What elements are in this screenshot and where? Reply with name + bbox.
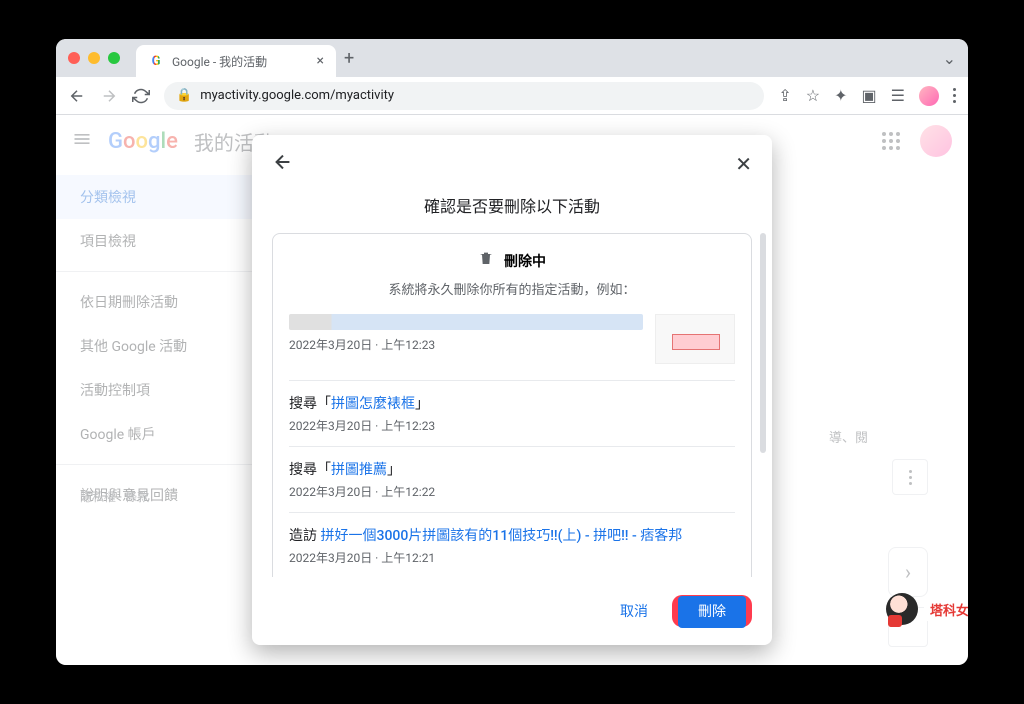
window-maximize-button[interactable] bbox=[108, 52, 120, 64]
browser-window: G Google - 我的活動 × + ⌄ 🔒 myactivity.googl… bbox=[56, 39, 968, 665]
delete-confirmation-dialog: ✕ 確認是否要刪除以下活動 刪除中 系統將永久刪除你所有的指定活動，例如： bbox=[252, 135, 772, 645]
tab-overflow-icon[interactable]: ⌄ bbox=[943, 49, 956, 68]
redacted-bar bbox=[289, 314, 643, 330]
delete-button-highlight: 刪除 bbox=[672, 595, 752, 627]
bookmark-icon[interactable]: ☆ bbox=[806, 86, 820, 105]
delete-heading-text: 刪除中 bbox=[504, 251, 546, 271]
item-divider bbox=[289, 512, 735, 513]
item-divider bbox=[289, 380, 735, 381]
activity-text: 搜尋「拼圖推薦」 bbox=[289, 459, 735, 479]
lock-icon: 🔒 bbox=[176, 88, 192, 103]
extensions-icon[interactable]: ✦ bbox=[834, 86, 847, 105]
activity-link[interactable]: 拼圖推薦 bbox=[331, 462, 387, 478]
item-divider bbox=[289, 446, 735, 447]
window-close-button[interactable] bbox=[68, 52, 80, 64]
browser-tab[interactable]: G Google - 我的活動 × bbox=[136, 45, 336, 77]
dialog-header: ✕ bbox=[252, 135, 772, 185]
cast-icon[interactable]: ▣ bbox=[862, 86, 877, 105]
redacted-thumbnail bbox=[655, 314, 735, 364]
trash-icon bbox=[478, 251, 498, 270]
watermark-text: 塔科女子 bbox=[924, 598, 968, 621]
delete-heading: 刪除中 bbox=[289, 250, 735, 271]
nav-reload-button[interactable] bbox=[132, 87, 150, 105]
dialog-close-button[interactable]: ✕ bbox=[735, 152, 752, 176]
url-text: myactivity.google.com/myactivity bbox=[200, 88, 394, 103]
address-bar: 🔒 myactivity.google.com/myactivity ⇪ ☆ ✦… bbox=[56, 77, 968, 115]
chrome-menu-icon[interactable] bbox=[953, 88, 956, 103]
dialog-body: 刪除中 系統將永久刪除你所有的指定活動，例如： 2022年3月20日 · 上午1… bbox=[252, 233, 772, 577]
delete-summary-box: 刪除中 系統將永久刪除你所有的指定活動，例如： 2022年3月20日 · 上午1… bbox=[272, 233, 752, 577]
nav-forward-button[interactable] bbox=[100, 87, 118, 105]
tab-favicon: G bbox=[148, 53, 164, 69]
share-icon[interactable]: ⇪ bbox=[778, 86, 791, 105]
activity-item: 搜尋「拼圖推薦」 2022年3月20日 · 上午12:22 bbox=[289, 459, 735, 500]
window-controls bbox=[68, 52, 120, 64]
nav-back-button[interactable] bbox=[68, 87, 86, 105]
activity-item: 搜尋「拼圖怎麼裱框」 2022年3月20日 · 上午12:23 bbox=[289, 393, 735, 434]
toolbar-right: ⇪ ☆ ✦ ▣ ☰ bbox=[778, 86, 956, 106]
new-tab-button[interactable]: + bbox=[344, 48, 354, 69]
activity-text: 搜尋「拼圖怎麼裱框」 bbox=[289, 393, 735, 413]
window-minimize-button[interactable] bbox=[88, 52, 100, 64]
url-input[interactable]: 🔒 myactivity.google.com/myactivity bbox=[164, 82, 764, 110]
delete-subtitle: 系統將永久刪除你所有的指定活動，例如： bbox=[289, 279, 735, 298]
activity-link[interactable]: 拼圖怎麼裱框 bbox=[331, 396, 415, 412]
watermark-icon bbox=[886, 593, 918, 625]
activity-timestamp: 2022年3月20日 · 上午12:23 bbox=[289, 417, 735, 434]
activity-item-redacted: 2022年3月20日 · 上午12:23 bbox=[289, 314, 735, 364]
dialog-footer: 取消 刪除 bbox=[252, 577, 772, 645]
activity-item: 造訪 拼好一個3000片拼圖該有的11個技巧!!(上) - 拼吧!! - 痞客邦… bbox=[289, 525, 735, 566]
profile-avatar-icon[interactable] bbox=[919, 86, 939, 106]
activity-timestamp: 2022年3月20日 · 上午12:23 bbox=[289, 336, 643, 353]
reading-list-icon[interactable]: ☰ bbox=[891, 86, 905, 105]
activity-link[interactable]: 拼好一個3000片拼圖該有的11個技巧!!(上) - 拼吧!! - 痞客邦 bbox=[320, 528, 682, 544]
delete-button[interactable]: 刪除 bbox=[678, 596, 746, 628]
page-content: Google 我的活動 分類檢視 項目檢視 依日期刪除活動 其他 Google … bbox=[56, 115, 968, 665]
dialog-back-button[interactable] bbox=[272, 151, 294, 177]
tab-title: Google - 我的活動 bbox=[172, 53, 267, 70]
chrome-tab-strip: G Google - 我的活動 × + ⌄ bbox=[56, 39, 968, 77]
watermark: 塔科女子 bbox=[886, 593, 968, 625]
cancel-button[interactable]: 取消 bbox=[608, 593, 660, 629]
activity-timestamp: 2022年3月20日 · 上午12:21 bbox=[289, 549, 735, 566]
scrollbar-thumb[interactable] bbox=[760, 233, 766, 453]
tab-close-icon[interactable]: × bbox=[317, 53, 324, 69]
dialog-title: 確認是否要刪除以下活動 bbox=[252, 185, 772, 233]
activity-timestamp: 2022年3月20日 · 上午12:22 bbox=[289, 483, 735, 500]
activity-text: 造訪 拼好一個3000片拼圖該有的11個技巧!!(上) - 拼吧!! - 痞客邦 bbox=[289, 525, 735, 545]
